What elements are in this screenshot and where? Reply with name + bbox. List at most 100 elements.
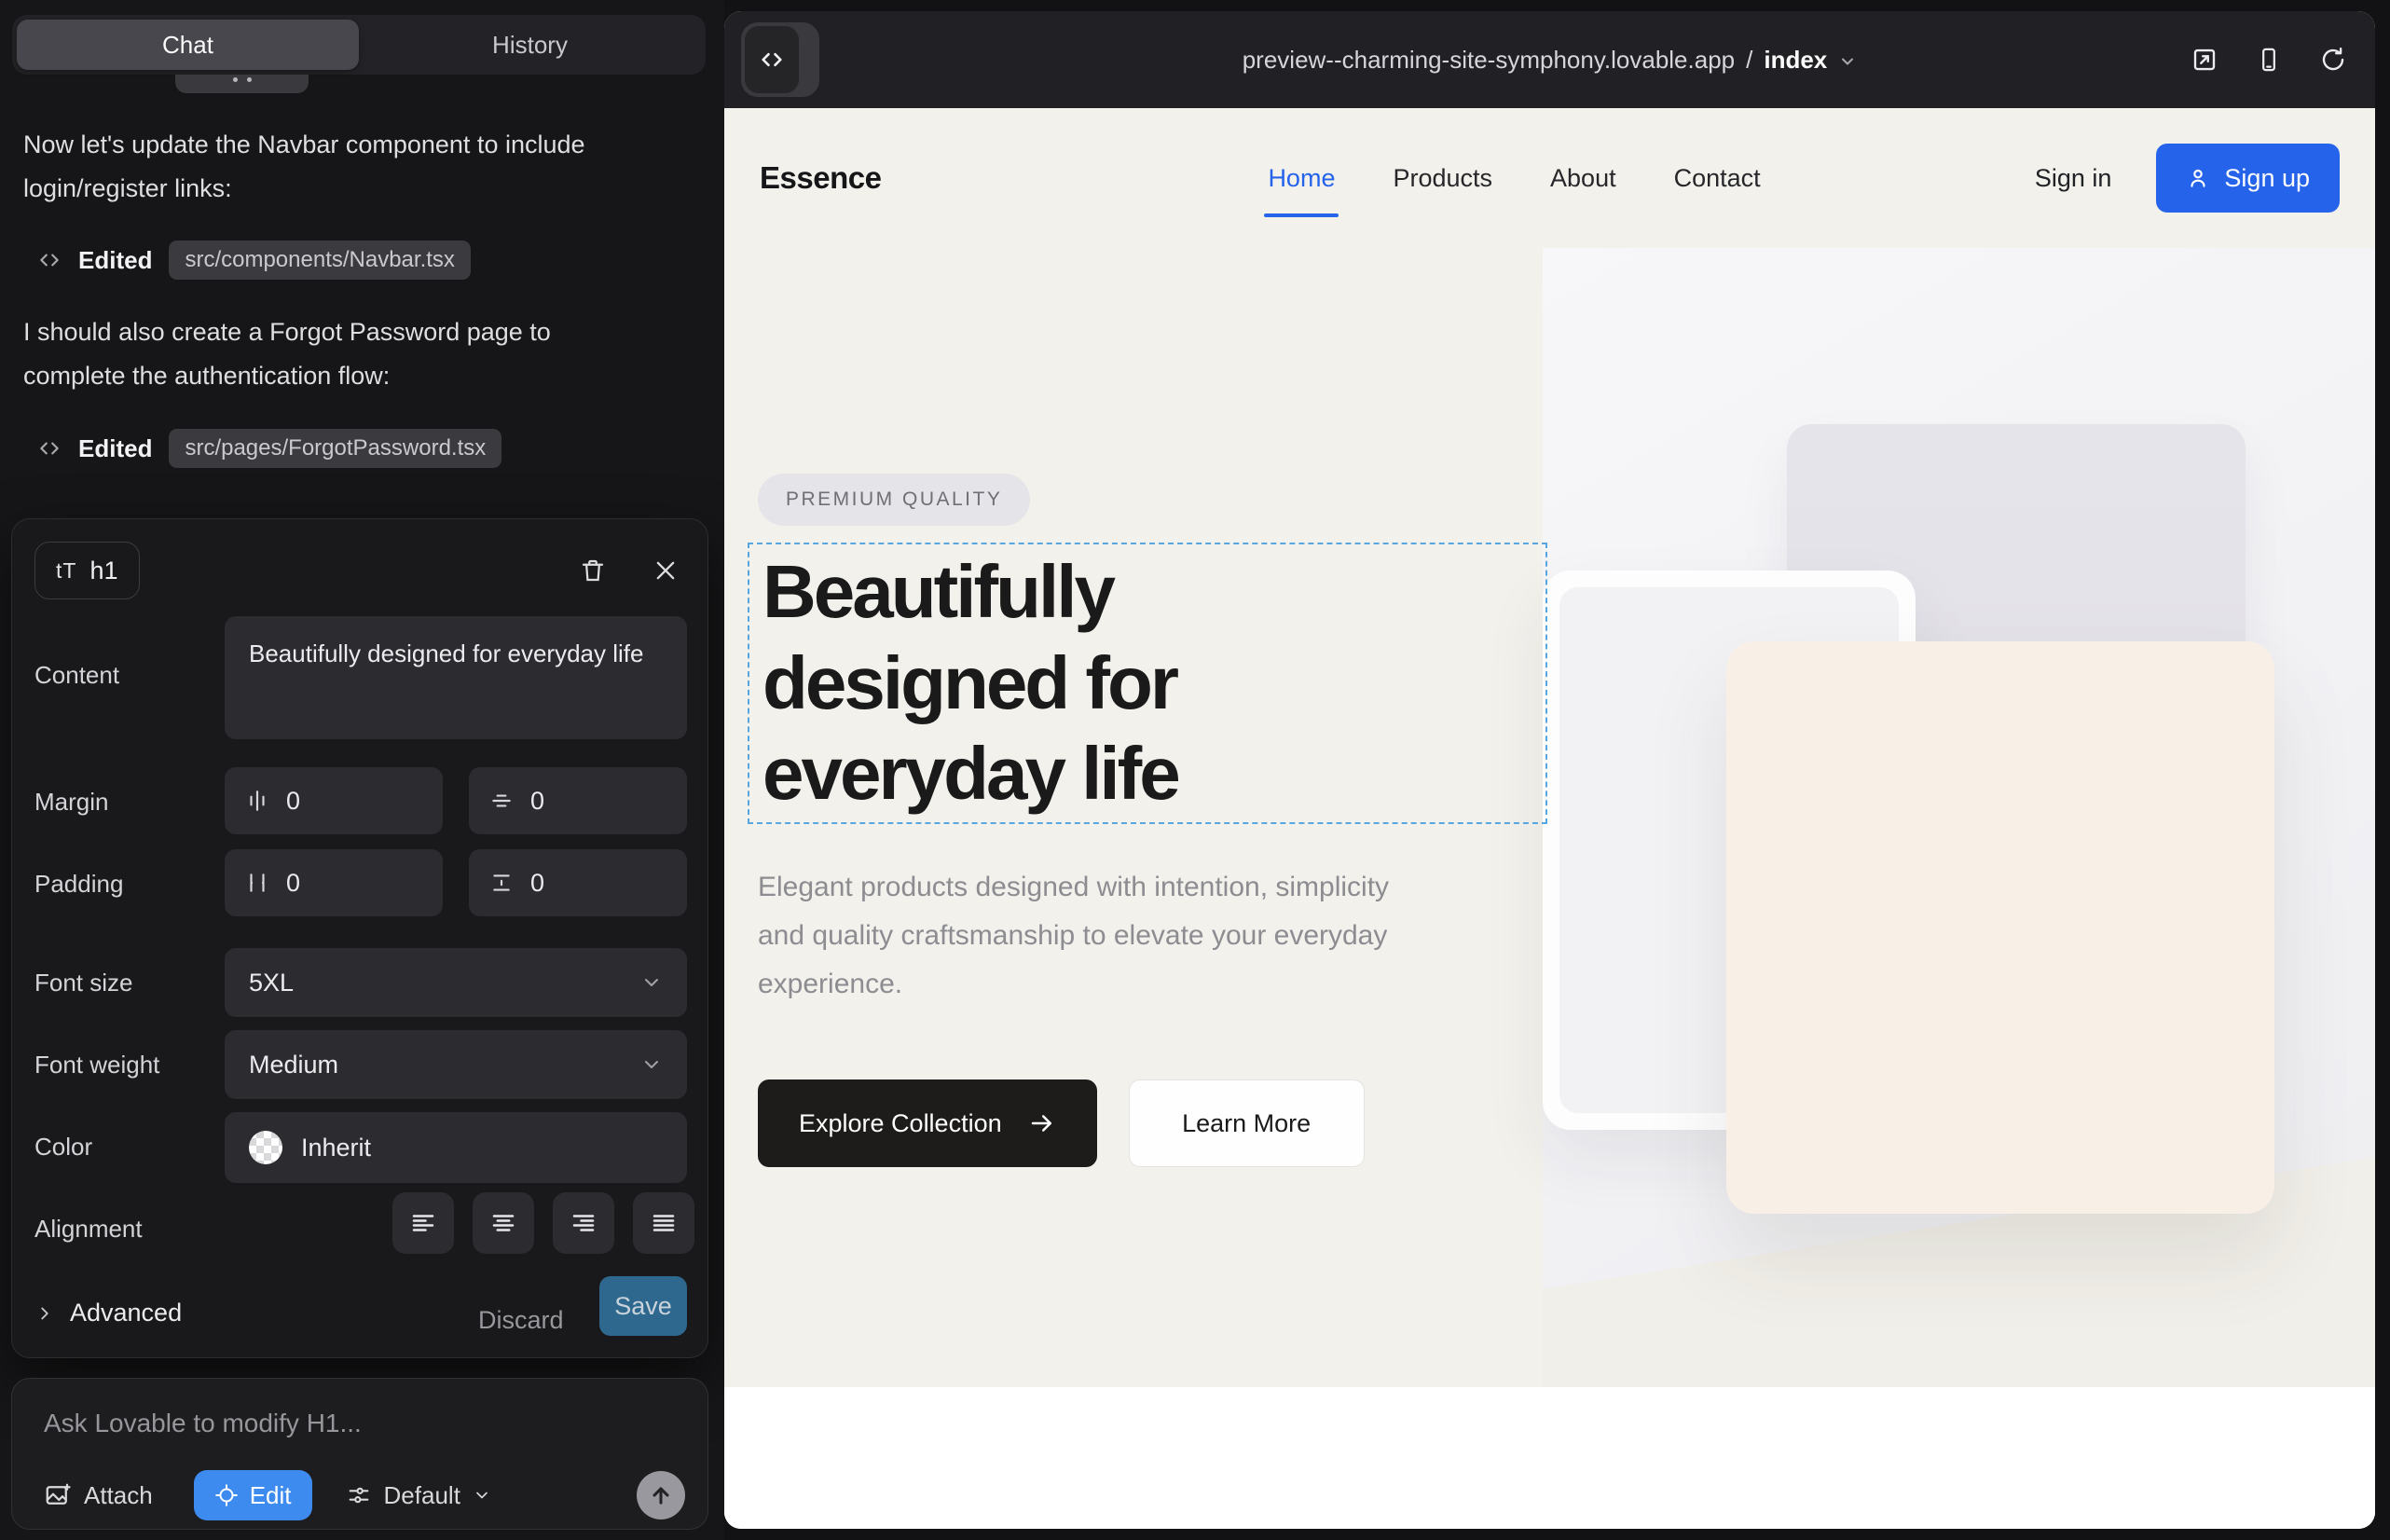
nav-link-home[interactable]: Home [1268, 164, 1335, 193]
content-input[interactable]: Beautifully designed for everyday life [225, 616, 687, 739]
edited-label: Edited [78, 246, 152, 275]
font-weight-select[interactable]: Medium [225, 1030, 687, 1099]
target-icon [214, 1483, 239, 1507]
margin-y-input[interactable]: 0 [469, 767, 687, 834]
preview-frame: preview--charming-site-symphony.lovable.… [724, 11, 2375, 1529]
nav-link-contact[interactable]: Contact [1674, 164, 1761, 193]
hero-card-cream [1726, 641, 2274, 1214]
margin-vertical-icon [489, 789, 514, 813]
file-chip[interactable]: src/components/Navbar.tsx [169, 241, 470, 280]
align-right-button[interactable] [553, 1192, 614, 1254]
chat-history-tabbar: Chat History [12, 15, 706, 75]
hero-paragraph: Elegant products designed with intention… [758, 863, 1410, 1009]
chevron-right-icon [34, 1303, 55, 1324]
phone-icon [2256, 46, 2282, 74]
color-swatch [249, 1131, 282, 1164]
composer-toolbar: Attach Edit Default [44, 1470, 685, 1520]
edit-mode-button[interactable]: Edit [194, 1470, 312, 1520]
site-auth-actions: Sign in Sign up [2035, 144, 2340, 213]
tab-history[interactable]: History [359, 20, 701, 70]
chat-panel: Chat History Now let's update the Navbar… [0, 0, 724, 1540]
nav-link-products[interactable]: Products [1393, 164, 1492, 193]
align-center-button[interactable] [473, 1192, 534, 1254]
content-label: Content [34, 661, 119, 690]
composer-placeholder[interactable]: Ask Lovable to modify H1... [44, 1409, 362, 1438]
hero-headline[interactable]: Beautifully designed for everyday life [762, 546, 1322, 819]
padding-label: Padding [34, 870, 123, 899]
open-external-button[interactable] [2191, 46, 2218, 74]
element-editor-panel: tT h1 Content Beautifully designed for e… [11, 518, 708, 1358]
color-select[interactable]: Inherit [225, 1112, 687, 1183]
chat-composer[interactable]: Ask Lovable to modify H1... Attach Edit … [11, 1378, 708, 1530]
typography-icon: tT [56, 558, 76, 584]
refresh-button[interactable] [2319, 46, 2347, 74]
nav-link-about[interactable]: About [1550, 164, 1616, 193]
arrow-right-icon [1028, 1109, 1056, 1137]
section-below-hero [724, 1387, 2375, 1529]
tab-chat[interactable]: Chat [17, 20, 359, 70]
send-button[interactable] [637, 1471, 685, 1519]
refresh-icon [2319, 46, 2347, 74]
sliders-icon [346, 1482, 372, 1508]
explore-collection-button[interactable]: Explore Collection [758, 1079, 1097, 1167]
font-size-label: Font size [34, 969, 133, 997]
alignment-group [392, 1192, 694, 1254]
padding-x-input[interactable]: 0 [225, 849, 443, 916]
close-editor-button[interactable] [644, 549, 687, 592]
topbar-actions [2191, 11, 2347, 108]
chevron-down-icon [1838, 52, 1857, 71]
premium-quality-badge: PREMIUM QUALITY [758, 474, 1030, 526]
alignment-label: Alignment [34, 1215, 143, 1244]
mobile-view-button[interactable] [2256, 46, 2282, 74]
arrow-up-icon [648, 1482, 674, 1508]
url-separator: / [1746, 46, 1752, 75]
delete-element-button[interactable] [571, 549, 614, 592]
margin-x-input[interactable]: 0 [225, 767, 443, 834]
advanced-toggle[interactable]: Advanced [34, 1299, 182, 1327]
edited-file-row[interactable]: Edited src/pages/ForgotPassword.tsx [37, 429, 501, 468]
preview-topbar: preview--charming-site-symphony.lovable.… [724, 11, 2375, 108]
site-canvas: Essence Home Products About Contact Sign… [724, 108, 2375, 1529]
selected-element-tag: tT h1 [34, 542, 140, 599]
attach-button[interactable]: Attach [44, 1481, 153, 1510]
chevron-down-icon [640, 1053, 663, 1076]
font-size-select[interactable]: 5XL [225, 948, 687, 1017]
mode-select[interactable]: Default [346, 1481, 491, 1510]
assistant-message: Now let's update the Navbar component to… [23, 123, 620, 211]
edited-label: Edited [78, 434, 152, 463]
external-link-icon [2191, 46, 2218, 74]
margin-horizontal-icon [245, 789, 269, 813]
color-label: Color [34, 1133, 92, 1162]
save-button[interactable]: Save [599, 1276, 687, 1336]
assistant-message: I should also create a Forgot Password p… [23, 310, 620, 398]
padding-y-input[interactable]: 0 [469, 849, 687, 916]
discard-button[interactable]: Discard [478, 1306, 564, 1335]
edited-file-row[interactable]: Edited src/components/Navbar.tsx [37, 241, 471, 280]
hero-cta-row: Explore Collection Learn More [758, 1079, 1365, 1167]
file-chip[interactable]: src/pages/ForgotPassword.tsx [169, 429, 501, 468]
site-nav-links: Home Products About Contact [1268, 164, 1760, 193]
url-text: preview--charming-site-symphony.lovable.… [1243, 46, 1735, 75]
preview-url[interactable]: preview--charming-site-symphony.lovable.… [724, 11, 2375, 108]
site-logo[interactable]: Essence [760, 160, 881, 196]
padding-horizontal-icon [245, 871, 269, 895]
chevron-down-icon [640, 971, 663, 994]
chevron-down-icon [473, 1486, 491, 1505]
learn-more-button[interactable]: Learn More [1129, 1079, 1365, 1167]
sign-in-link[interactable]: Sign in [2035, 164, 2112, 193]
page-name: index [1764, 46, 1827, 75]
element-tag-label: h1 [89, 557, 117, 585]
code-icon [37, 436, 62, 461]
font-weight-label: Font weight [34, 1051, 159, 1079]
scrolled-chip-partial [175, 75, 309, 93]
site-navbar: Essence Home Products About Contact Sign… [724, 108, 2375, 248]
user-icon [2186, 166, 2210, 190]
code-icon [37, 248, 62, 272]
padding-vertical-icon [489, 871, 514, 895]
h1-selection-outline[interactable]: Beautifully designed for everyday life [748, 543, 1547, 824]
margin-label: Margin [34, 788, 108, 817]
align-left-button[interactable] [392, 1192, 454, 1254]
image-attach-icon [44, 1481, 72, 1509]
align-justify-button[interactable] [633, 1192, 694, 1254]
sign-up-button[interactable]: Sign up [2156, 144, 2340, 213]
